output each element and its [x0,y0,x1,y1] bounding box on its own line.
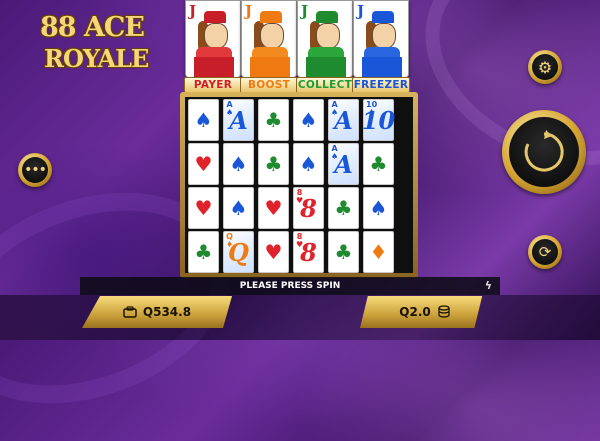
feature-card-boost: J [241,0,297,78]
reel-symbol: ♣ [363,143,394,185]
card-corner: A ♠ [331,144,339,161]
symbol-glyph: ♣ [194,240,213,264]
card-corner: 8 ♥ [296,188,304,205]
gear-icon: ⚙ [532,54,558,80]
symbol-glyph: ♠ [299,152,318,176]
feature-label-payer: PAYER [184,77,242,93]
feature-card-freezer: J [353,0,409,78]
reel-symbol: ♠ [293,143,324,185]
more-dots-icon: ••• [22,157,48,183]
reel-symbol: A A ♠ [223,99,254,141]
settings-button[interactable]: ⚙ [528,50,562,84]
card-corner: A ♠ [331,100,339,117]
symbol-glyph: ♠ [229,196,248,220]
reel-symbol: ♦ [363,231,394,273]
jack-face-icon [250,9,290,77]
status-bar: PLEASE PRESS SPIN ϟ [80,277,500,295]
reel-symbol: 8 8 ♥ [293,187,324,229]
reel-symbol: 10 10 ♠ [362,99,395,141]
symbol-glyph: ♥ [264,240,283,264]
feature-label-boost: BOOST [240,77,298,93]
status-message: PLEASE PRESS SPIN [239,281,341,291]
feature-card-collect: J [297,0,353,78]
reel-symbol: ♠ [223,187,254,229]
jack-face-icon [362,9,402,77]
symbol-glyph: ♠ [369,196,388,220]
balance-value: Q534.8 [142,305,192,319]
reel-symbol: ♣ [258,99,289,141]
symbol-glyph: ♣ [264,152,283,176]
card-corner: A ♠ [226,100,234,117]
autoplay-icon: ⟳ [532,239,558,265]
reel-symbol: A A ♠ [328,99,359,141]
reel-symbol: ♠ [293,99,324,141]
spin-button[interactable] [502,110,586,194]
jack-face-icon [306,9,346,77]
symbol-glyph: ♦ [369,240,388,264]
autoplay-button[interactable]: ⟳ [528,235,562,269]
wallet-icon [123,306,137,318]
symbol-glyph: ♥ [194,196,213,220]
symbol-glyph: ♣ [369,152,388,176]
card-corner: 8 ♥ [296,232,304,249]
symbol-glyph: ♥ [194,152,213,176]
bet-selector[interactable]: Q2.0 [360,296,483,328]
menu-button[interactable]: ••• [18,153,52,187]
balance-display: Q534.8 [82,296,232,328]
symbol-glyph: ♣ [264,108,283,132]
symbol-glyph: ♥ [264,196,283,220]
reel-symbol: ♠ [363,187,394,229]
reel-symbol: ♣ [258,143,289,185]
symbol-glyph: ♠ [299,108,318,132]
symbol-glyph: ♣ [334,240,353,264]
game-logo: 88 ACE ROYALE [40,12,149,73]
symbol-glyph: ♠ [229,152,248,176]
reel-symbol: ♥ [258,187,289,229]
reel-symbol: ♥ [258,231,289,273]
feature-label-freezer: FREEZER [352,77,410,93]
reel-symbol: 8 8 ♥ [293,231,324,273]
feature-label-collect: COLLECT [296,77,354,93]
reel-symbol: Q Q ♦ [223,231,254,273]
card-corner: 10 ♠ [366,100,378,117]
reel-symbol: ♣ [328,231,359,273]
jack-face-icon [194,9,234,77]
spin-arrow-icon [524,130,564,172]
symbol-glyph: ♠ [194,108,213,132]
feature-card-payer: J [185,0,241,78]
bet-value: Q2.0 [399,305,431,319]
reel-symbol: ♠ [223,143,254,185]
symbol-glyph: ♣ [334,196,353,220]
card-corner: Q ♦ [226,232,234,249]
reel-symbol: A A ♠ [328,143,359,185]
reels-grid: ♠ A A ♠ ♣ ♠ A A ♠ 10 10 ♠ ♥ ♠ ♣ ♠ A A ♠ ♣ ♥ ♠ ♥ 8 8 ♥ ♣ ♠ ♣ Q Q ♦ ♥ 8 8 ♥ ♣ ♦ [188,99,395,273]
reel-symbol: ♥ [188,187,219,229]
reel-symbol: ♠ [188,99,219,141]
reel-symbol: ♣ [328,187,359,229]
reel-symbol: ♥ [188,143,219,185]
reel-symbol: ♣ [188,231,219,273]
turbo-icon[interactable]: ϟ [485,277,492,295]
coins-icon [438,305,450,318]
